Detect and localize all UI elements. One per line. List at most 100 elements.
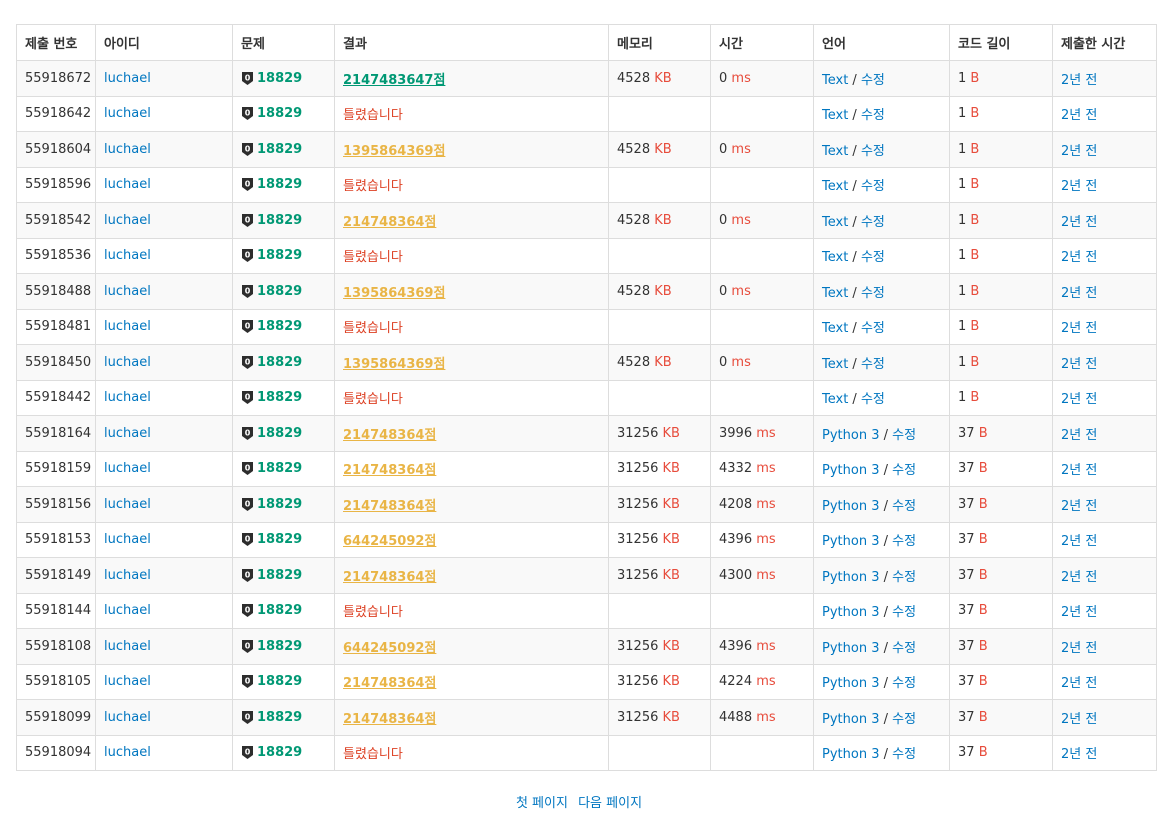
language-link[interactable]: Text bbox=[822, 250, 848, 265]
submitted-time-link[interactable]: 2년 전 bbox=[1061, 463, 1097, 478]
submitted-time-link[interactable]: 2년 전 bbox=[1061, 747, 1097, 762]
edit-link[interactable]: 수정 bbox=[861, 108, 885, 123]
language-link[interactable]: Python 3 bbox=[822, 463, 879, 478]
result-text[interactable]: 214748364점 bbox=[343, 712, 436, 727]
result-text[interactable]: 1395864369점 bbox=[343, 286, 445, 301]
problem-link[interactable]: 0 18829 bbox=[241, 284, 302, 299]
language-link[interactable]: Python 3 bbox=[822, 570, 879, 585]
problem-link[interactable]: 0 18829 bbox=[241, 142, 302, 157]
result-text[interactable]: 1395864369점 bbox=[343, 357, 445, 372]
user-link[interactable]: luchael bbox=[104, 248, 151, 263]
language-link[interactable]: Python 3 bbox=[822, 676, 879, 691]
problem-link[interactable]: 0 18829 bbox=[241, 532, 302, 547]
problem-link[interactable]: 0 18829 bbox=[241, 71, 302, 86]
language-link[interactable]: Text bbox=[822, 73, 848, 88]
user-link[interactable]: luchael bbox=[104, 532, 151, 547]
problem-link[interactable]: 0 18829 bbox=[241, 355, 302, 370]
edit-link[interactable]: 수정 bbox=[861, 250, 885, 265]
submitted-time-link[interactable]: 2년 전 bbox=[1061, 215, 1097, 230]
result-text[interactable]: 644245092점 bbox=[343, 534, 436, 549]
problem-link[interactable]: 0 18829 bbox=[241, 177, 302, 192]
language-link[interactable]: Python 3 bbox=[822, 605, 879, 620]
user-link[interactable]: luchael bbox=[104, 674, 151, 689]
user-link[interactable]: luchael bbox=[104, 177, 151, 192]
language-link[interactable]: Python 3 bbox=[822, 747, 879, 762]
problem-link[interactable]: 0 18829 bbox=[241, 106, 302, 121]
submitted-time-link[interactable]: 2년 전 bbox=[1061, 499, 1097, 514]
language-link[interactable]: Python 3 bbox=[822, 428, 879, 443]
submitted-time-link[interactable]: 2년 전 bbox=[1061, 250, 1097, 265]
edit-link[interactable]: 수정 bbox=[861, 215, 885, 230]
result-text[interactable]: 2147483647점 bbox=[343, 73, 445, 88]
language-link[interactable]: Python 3 bbox=[822, 712, 879, 727]
submitted-time-link[interactable]: 2년 전 bbox=[1061, 108, 1097, 123]
submitted-time-link[interactable]: 2년 전 bbox=[1061, 144, 1097, 159]
language-link[interactable]: Python 3 bbox=[822, 534, 879, 549]
problem-link[interactable]: 0 18829 bbox=[241, 568, 302, 583]
edit-link[interactable]: 수정 bbox=[861, 286, 885, 301]
submitted-time-link[interactable]: 2년 전 bbox=[1061, 428, 1097, 443]
user-link[interactable]: luchael bbox=[104, 319, 151, 334]
edit-link[interactable]: 수정 bbox=[892, 499, 916, 514]
submitted-time-link[interactable]: 2년 전 bbox=[1061, 357, 1097, 372]
result-text[interactable]: 214748364점 bbox=[343, 215, 436, 230]
result-text[interactable]: 214748364점 bbox=[343, 570, 436, 585]
problem-link[interactable]: 0 18829 bbox=[241, 461, 302, 476]
language-link[interactable]: Python 3 bbox=[822, 499, 879, 514]
edit-link[interactable]: 수정 bbox=[892, 641, 916, 656]
problem-link[interactable]: 0 18829 bbox=[241, 639, 302, 654]
submitted-time-link[interactable]: 2년 전 bbox=[1061, 392, 1097, 407]
edit-link[interactable]: 수정 bbox=[861, 179, 885, 194]
language-link[interactable]: Python 3 bbox=[822, 641, 879, 656]
user-link[interactable]: luchael bbox=[104, 284, 151, 299]
problem-link[interactable]: 0 18829 bbox=[241, 745, 302, 760]
user-link[interactable]: luchael bbox=[104, 745, 151, 760]
submitted-time-link[interactable]: 2년 전 bbox=[1061, 73, 1097, 88]
edit-link[interactable]: 수정 bbox=[892, 463, 916, 478]
language-link[interactable]: Text bbox=[822, 108, 848, 123]
language-link[interactable]: Text bbox=[822, 144, 848, 159]
user-link[interactable]: luchael bbox=[104, 710, 151, 725]
first-page-link[interactable]: 첫 페이지 bbox=[516, 796, 568, 811]
problem-link[interactable]: 0 18829 bbox=[241, 319, 302, 334]
user-link[interactable]: luchael bbox=[104, 497, 151, 512]
submitted-time-link[interactable]: 2년 전 bbox=[1061, 179, 1097, 194]
edit-link[interactable]: 수정 bbox=[892, 428, 916, 443]
user-link[interactable]: luchael bbox=[104, 390, 151, 405]
language-link[interactable]: Text bbox=[822, 392, 848, 407]
submitted-time-link[interactable]: 2년 전 bbox=[1061, 321, 1097, 336]
problem-link[interactable]: 0 18829 bbox=[241, 674, 302, 689]
problem-link[interactable]: 0 18829 bbox=[241, 390, 302, 405]
language-link[interactable]: Text bbox=[822, 286, 848, 301]
submitted-time-link[interactable]: 2년 전 bbox=[1061, 534, 1097, 549]
result-text[interactable]: 214748364점 bbox=[343, 463, 436, 478]
edit-link[interactable]: 수정 bbox=[861, 73, 885, 88]
user-link[interactable]: luchael bbox=[104, 142, 151, 157]
edit-link[interactable]: 수정 bbox=[892, 570, 916, 585]
language-link[interactable]: Text bbox=[822, 215, 848, 230]
submitted-time-link[interactable]: 2년 전 bbox=[1061, 712, 1097, 727]
problem-link[interactable]: 0 18829 bbox=[241, 710, 302, 725]
edit-link[interactable]: 수정 bbox=[861, 144, 885, 159]
user-link[interactable]: luchael bbox=[104, 106, 151, 121]
user-link[interactable]: luchael bbox=[104, 461, 151, 476]
user-link[interactable]: luchael bbox=[104, 603, 151, 618]
problem-link[interactable]: 0 18829 bbox=[241, 603, 302, 618]
result-text[interactable]: 214748364점 bbox=[343, 499, 436, 514]
language-link[interactable]: Text bbox=[822, 179, 848, 194]
language-link[interactable]: Text bbox=[822, 357, 848, 372]
result-text[interactable]: 214748364점 bbox=[343, 676, 436, 691]
edit-link[interactable]: 수정 bbox=[892, 605, 916, 620]
result-text[interactable]: 1395864369점 bbox=[343, 144, 445, 159]
problem-link[interactable]: 0 18829 bbox=[241, 426, 302, 441]
user-link[interactable]: luchael bbox=[104, 213, 151, 228]
problem-link[interactable]: 0 18829 bbox=[241, 248, 302, 263]
submitted-time-link[interactable]: 2년 전 bbox=[1061, 676, 1097, 691]
submitted-time-link[interactable]: 2년 전 bbox=[1061, 605, 1097, 620]
edit-link[interactable]: 수정 bbox=[892, 676, 916, 691]
user-link[interactable]: luchael bbox=[104, 426, 151, 441]
edit-link[interactable]: 수정 bbox=[861, 392, 885, 407]
problem-link[interactable]: 0 18829 bbox=[241, 497, 302, 512]
user-link[interactable]: luchael bbox=[104, 71, 151, 86]
user-link[interactable]: luchael bbox=[104, 568, 151, 583]
